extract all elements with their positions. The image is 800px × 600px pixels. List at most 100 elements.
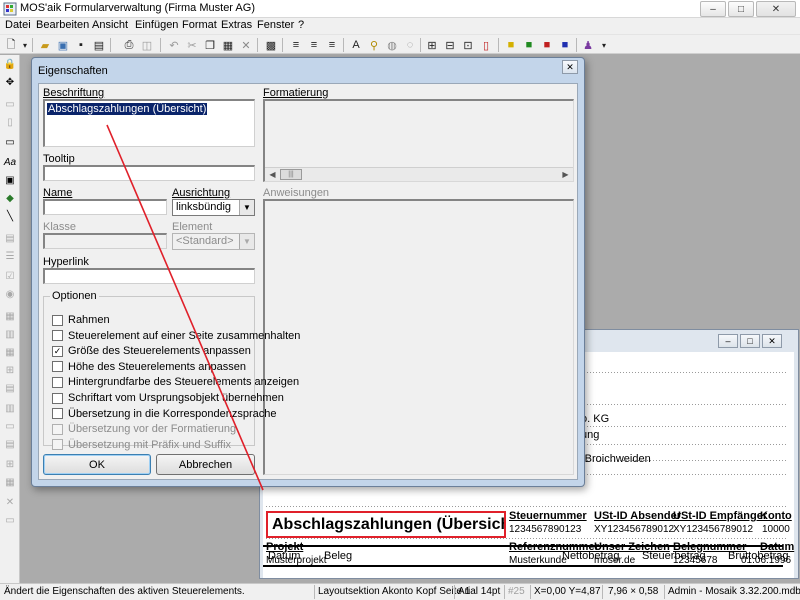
- font-icon[interactable]: A: [348, 37, 364, 53]
- anweisungen-panel[interactable]: [263, 199, 574, 475]
- cancel-button[interactable]: Abbrechen: [156, 454, 255, 475]
- report-tool-icon[interactable]: ▤: [3, 381, 17, 395]
- zoom-icon[interactable]: ⚲: [366, 37, 382, 53]
- lock-blue-icon[interactable]: ■: [557, 37, 573, 53]
- menu-help[interactable]: ?: [298, 19, 304, 31]
- menu-einfuegen[interactable]: Einfügen: [135, 19, 178, 31]
- list-tool-icon[interactable]: ☰: [3, 249, 17, 263]
- chevron-down-icon[interactable]: ▼: [239, 200, 254, 215]
- menu-format[interactable]: Format: [182, 19, 217, 31]
- menu-ansicht[interactable]: Ansicht: [92, 19, 128, 31]
- align-left-icon[interactable]: ≡: [288, 37, 304, 53]
- grid-tool-icon[interactable]: ▦: [3, 345, 17, 359]
- textbox-tool-icon[interactable]: ▯: [3, 115, 17, 129]
- open-folder-icon[interactable]: ▰: [37, 37, 53, 53]
- option-row[interactable]: Höhe des Steuerelements anpassen: [52, 361, 246, 373]
- checkbox-checked[interactable]: ✓: [52, 345, 63, 357]
- lock-yellow-icon[interactable]: ■: [503, 37, 519, 53]
- scroll-right-icon[interactable]: ▶: [559, 169, 572, 180]
- text-tool-icon[interactable]: Aa: [3, 155, 17, 169]
- delete-icon[interactable]: ✕: [238, 37, 254, 53]
- print-preview-icon[interactable]: ⎙: [121, 37, 137, 53]
- rectangle-tool-icon[interactable]: ▭: [3, 135, 17, 149]
- form-minimize-button[interactable]: –: [718, 334, 738, 348]
- properties-icon[interactable]: ▩: [263, 37, 279, 53]
- option-row[interactable]: Hintergrundfarbe des Steuerelements anze…: [52, 376, 299, 388]
- option-tool-icon[interactable]: ◉: [3, 287, 17, 301]
- checkbox: [52, 439, 63, 451]
- image-tool-icon[interactable]: ▣: [3, 173, 17, 187]
- ausrichtung-select[interactable]: linksbündig ▼: [172, 199, 255, 216]
- close-button[interactable]: ✕: [756, 1, 796, 17]
- tooltip-field[interactable]: [43, 165, 255, 181]
- scroll-thumb[interactable]: |||: [280, 169, 302, 180]
- name-field[interactable]: [43, 199, 167, 215]
- hyperlink-field[interactable]: [43, 268, 255, 284]
- tree-tool-icon[interactable]: ⊞: [3, 363, 17, 377]
- chart-tool-icon[interactable]: ◆: [3, 191, 17, 205]
- save-icon[interactable]: ▪: [73, 37, 89, 53]
- users-dropdown-chevron-icon[interactable]: ▾: [596, 37, 612, 53]
- send-back-icon[interactable]: ▯: [478, 37, 494, 53]
- field-tool-icon[interactable]: ▤: [3, 231, 17, 245]
- option-row[interactable]: Übersetzung in die Korrespondenzsprache: [52, 408, 277, 420]
- variable-tool-icon[interactable]: ▦: [3, 475, 17, 489]
- selected-title-control[interactable]: Abschlagszahlungen (Übersicht): [266, 511, 506, 538]
- ungroup-icon[interactable]: ⊟: [442, 37, 458, 53]
- bring-front-icon[interactable]: ⊡: [460, 37, 476, 53]
- barcode-tool-icon[interactable]: ▥: [3, 401, 17, 415]
- new-dropdown-chevron-icon[interactable]: ▾: [17, 37, 33, 53]
- form-maximize-button[interactable]: □: [740, 334, 760, 348]
- pointer-tool-icon[interactable]: ✥: [3, 75, 17, 89]
- grid-icon[interactable]: ◍: [384, 37, 400, 53]
- checkbox[interactable]: [52, 361, 63, 373]
- table-tool-icon[interactable]: ▥: [3, 327, 17, 341]
- menu-bearbeiten[interactable]: Bearbeiten: [36, 19, 89, 31]
- scroll-left-icon[interactable]: ◀: [266, 169, 279, 180]
- label-tool-icon[interactable]: ▭: [3, 97, 17, 111]
- cut-icon[interactable]: ✂: [184, 37, 200, 53]
- open-file-icon[interactable]: ▣: [55, 37, 71, 53]
- checkbox[interactable]: [52, 314, 63, 326]
- section-tool-icon[interactable]: ▤: [3, 437, 17, 451]
- checkbox[interactable]: [52, 392, 63, 404]
- lock-red-icon[interactable]: ■: [539, 37, 555, 53]
- lock-green-icon[interactable]: ■: [521, 37, 537, 53]
- option-row[interactable]: Steuerelement auf einer Seite zusammenha…: [52, 330, 300, 342]
- menu-datei[interactable]: Datei: [5, 19, 31, 31]
- snap-icon[interactable]: ◌: [402, 37, 418, 53]
- subform-tool-icon[interactable]: ▦: [3, 309, 17, 323]
- toolbar: 🗋 ▾ ▰ ▣ ▪ ▤ ⎙ ◫ ↶ ✂ ❐ ▦ ✕ ▩ ≡ ≡ ≡ A ⚲ ◍ …: [0, 34, 800, 54]
- paste-icon[interactable]: ▦: [220, 37, 236, 53]
- checkbox-tool-icon[interactable]: ☑: [3, 269, 17, 283]
- option-row[interactable]: Schriftart vom Ursprungsobjekt übernehme…: [52, 392, 284, 404]
- group-icon[interactable]: ⊞: [424, 37, 440, 53]
- line-tool-icon[interactable]: ╲: [3, 209, 17, 223]
- align-center-icon[interactable]: ≡: [306, 37, 322, 53]
- delete-tool-icon[interactable]: ✕: [3, 495, 17, 509]
- align-right-icon[interactable]: ≡: [324, 37, 340, 53]
- lock-tool-icon[interactable]: 🔒: [3, 57, 17, 71]
- misc-tool-icon[interactable]: ▭: [3, 513, 17, 527]
- menu-extras[interactable]: Extras: [221, 19, 252, 31]
- ok-button[interactable]: OK: [43, 454, 151, 475]
- maximize-button[interactable]: □: [728, 1, 754, 17]
- minimize-button[interactable]: –: [700, 1, 726, 17]
- print-icon[interactable]: ▤: [91, 37, 107, 53]
- option-row[interactable]: ✓ Größe des Steuerelements anpassen: [52, 345, 251, 357]
- checkbox[interactable]: [52, 330, 63, 342]
- users-icon[interactable]: ♟: [580, 37, 596, 53]
- option-row[interactable]: Rahmen: [52, 314, 110, 326]
- menu-fenster[interactable]: Fenster: [257, 19, 294, 31]
- formatierung-panel[interactable]: ◀ ||| ▶: [263, 99, 574, 182]
- copy-icon[interactable]: ❐: [202, 37, 218, 53]
- dialog-close-button[interactable]: ✕: [562, 60, 578, 74]
- undo-icon[interactable]: ↶: [166, 37, 182, 53]
- form-close-button[interactable]: ✕: [762, 334, 782, 348]
- beschriftung-textarea[interactable]: Abschlagszahlungen (Übersicht): [43, 99, 255, 147]
- signature-tool-icon[interactable]: ▭: [3, 419, 17, 433]
- checkbox[interactable]: [52, 408, 63, 420]
- formatierung-hscroll[interactable]: ◀ ||| ▶: [265, 167, 573, 181]
- checkbox[interactable]: [52, 376, 63, 388]
- pagebreak-tool-icon[interactable]: ⊞: [3, 457, 17, 471]
